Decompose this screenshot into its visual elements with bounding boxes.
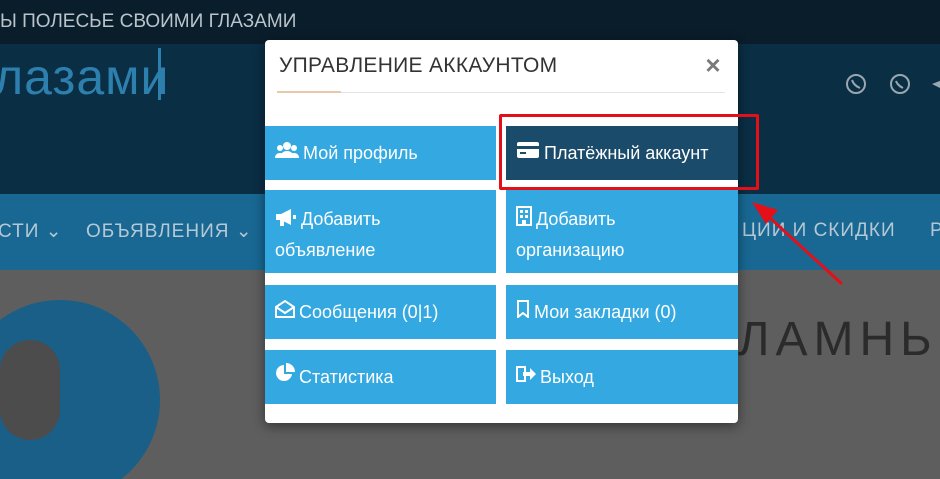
annotation-arrow [752,202,844,286]
